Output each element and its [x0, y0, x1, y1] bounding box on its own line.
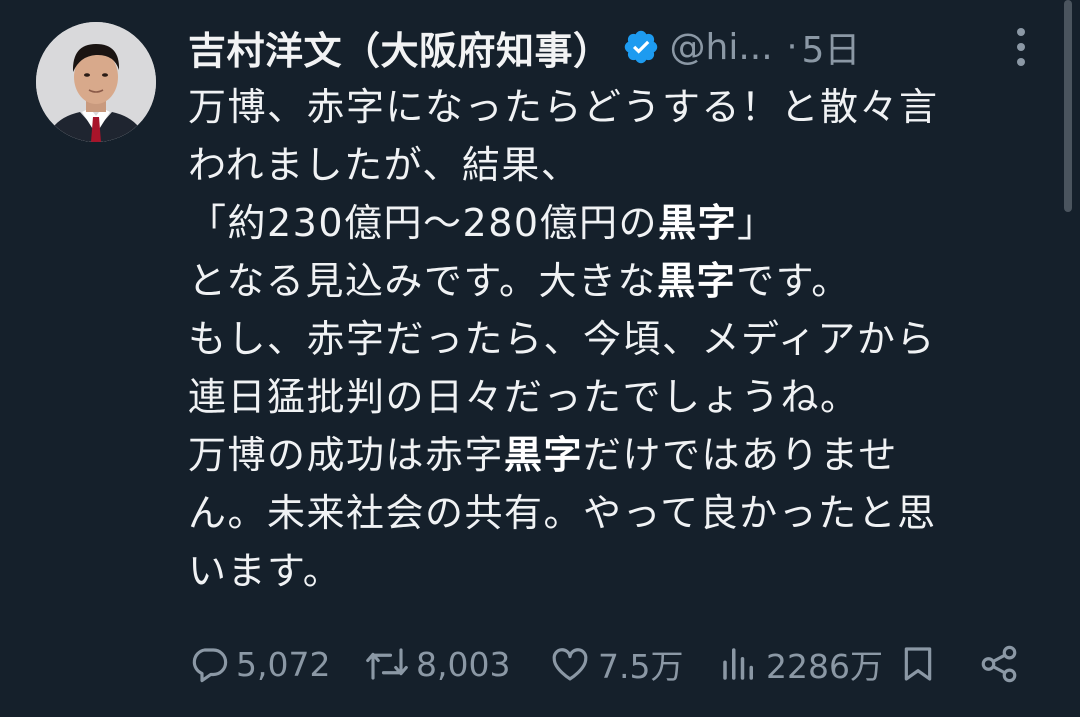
reply-count: 5,072 [236, 644, 331, 684]
repost-icon [366, 648, 408, 680]
author-handle[interactable]: @hi... [670, 27, 773, 68]
views-chart-icon [723, 648, 753, 680]
view-count: 2286万 [766, 647, 883, 686]
tweet-header: 吉村洋文（大阪府知事） @hi... · 5日 [188, 18, 1038, 76]
verified-badge-icon [622, 28, 660, 66]
tweet-line: 「約230億円〜280億円の黒字」 [188, 201, 777, 245]
tweet-line: ん。未来社会の共有。やって良かったと思 [188, 491, 937, 535]
reply-button[interactable]: 5,072 [188, 634, 330, 694]
more-vertical-icon[interactable] [1004, 24, 1038, 70]
repost-button[interactable]: 8,003 [364, 634, 510, 694]
tweet-line: もし、赤字だったら、今頃、メディアから [188, 317, 936, 361]
separator-dot: · [786, 27, 798, 67]
reply-icon [192, 648, 228, 683]
highlighted-word: 黒字 [504, 433, 584, 477]
share-icon [981, 645, 1017, 683]
share-button[interactable] [978, 634, 1020, 694]
tweet-card[interactable]: 吉村洋文（大阪府知事） @hi... · 5日 万博、赤字になったらどうする！と… [0, 0, 1080, 717]
tweet-line: 連日猛批判の日々だったでしょうね。 [188, 375, 860, 419]
views-button[interactable]: 2286万 [718, 634, 883, 694]
highlighted-word: 黒字 [657, 259, 737, 303]
heart-icon [552, 648, 588, 681]
like-button[interactable]: 7.5万 [548, 634, 683, 694]
like-count: 7.5万 [598, 647, 684, 686]
tweet-line: 万博、赤字になったらどうする！と散々言 [188, 85, 939, 129]
repost-count: 8,003 [416, 644, 511, 684]
tweet-line: われましたが、結果、 [188, 143, 581, 187]
avatar-photo [36, 22, 156, 142]
tweet-actions: 5,072 8,003 7.5万 2286万 [188, 634, 1038, 694]
timestamp[interactable]: 5日 [801, 21, 860, 73]
tweet-line: 万博の成功は赤字黒字だけではありませ [188, 433, 898, 477]
tweet-line: となる見込みです。大きな黒字です。 [188, 259, 851, 303]
author-name[interactable]: 吉村洋文（大阪府知事） [188, 20, 612, 75]
tweet-text: 万博、赤字になったらどうする！と散々言 われましたが、結果、 「約230億円〜2… [188, 78, 1048, 600]
bookmark-button[interactable] [898, 634, 938, 694]
highlighted-word: 黒字 [658, 201, 738, 245]
avatar[interactable] [36, 22, 156, 142]
tweet-line: います。 [188, 549, 343, 593]
scrollbar[interactable] [1064, 0, 1072, 212]
bookmark-icon [904, 647, 932, 681]
